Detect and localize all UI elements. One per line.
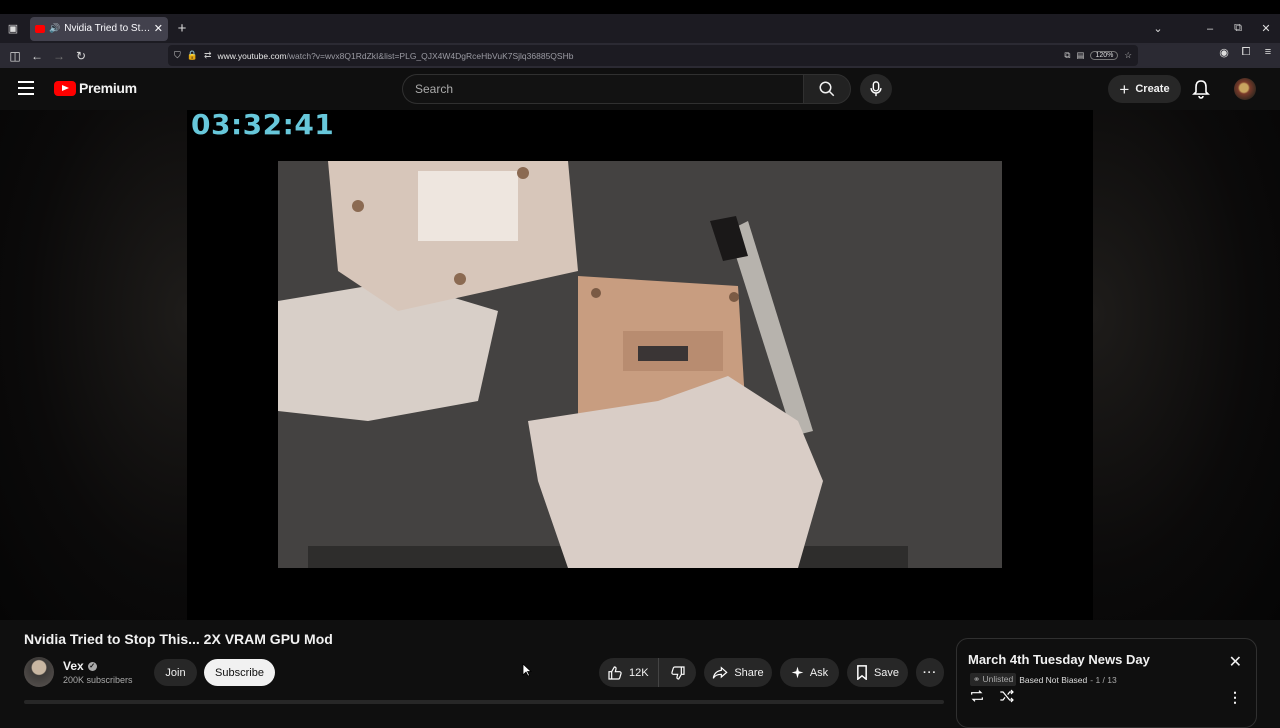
like-count: 12K [629,666,649,679]
notifications-bell-icon[interactable] [1192,79,1210,104]
bookmark-icon [857,665,867,680]
create-label: Create [1135,83,1170,95]
playlist-owner[interactable]: Based Not Biased [1019,675,1087,685]
youtube-header: Premium Search + Create [0,68,1280,110]
thumbs-down-icon [670,665,685,680]
search-icon [819,81,835,97]
reload-icon[interactable]: ↻ [70,49,92,63]
playlist-more-icon[interactable]: ⋮ [1228,689,1242,706]
browser-tab-title: Nvidia Tried to Stop This... 2X VRAM GPU… [64,23,151,34]
sparkle-icon [791,666,804,679]
like-button[interactable]: 12K [599,658,659,687]
description-box-edge [24,700,944,704]
speaker-icon[interactable]: 🔊 [49,23,60,34]
video-info-section: Nvidia Tried to Stop This... 2X VRAM GPU… [0,620,1280,728]
playlist-position: - 1 / 13 [1090,674,1117,685]
ask-button[interactable]: Ask [780,658,839,687]
new-tab-icon[interactable]: + [171,18,193,40]
create-button[interactable]: + Create [1108,75,1181,103]
account-icon[interactable]: ◉ [1216,46,1232,59]
toolbar-right: ◉ ⧠ ≡ [1216,46,1276,59]
dislike-button[interactable] [659,665,696,681]
loop-icon[interactable] [969,689,985,703]
shuffle-icon[interactable] [999,689,1015,703]
logo-text: Premium [79,80,137,96]
youtube-play-logo-icon [54,80,76,96]
more-actions-icon[interactable]: ··· [916,658,944,687]
screen-top-strip [0,0,1280,14]
playlist-panel: March 4th Tuesday News Day ✕ ⚭ Unlisted … [956,638,1257,728]
like-dislike-group: 12K [599,658,696,687]
window-close-icon[interactable]: ✕ [1252,22,1280,35]
playlist-meta: ⚭ Unlisted Based Not Biased - 1 / 13 [970,673,1117,686]
microphone-icon [870,81,882,97]
playlist-title[interactable]: March 4th Tuesday News Day [968,652,1150,667]
url-path: /watch?v=wvx8Q1RdZkI&list=PLG_QJX4W4DgRc… [286,50,574,61]
bookmark-star-icon[interactable]: ☆ [1124,50,1132,61]
video-frame [278,161,1002,568]
youtube-favicon-icon [35,24,45,33]
browser-tab-active[interactable]: 🔊 Nvidia Tried to Stop This... 2X VRAM G… [30,16,168,41]
mouse-cursor-icon [522,663,533,682]
join-button[interactable]: Join [154,659,197,686]
pip-icon[interactable]: ⧉ [1064,50,1070,61]
window-controls: ⌄ – ⧉ ✕ [1144,14,1280,43]
voice-search-button[interactable] [860,74,892,104]
url-bar[interactable]: ⛉ 🔒 ⇄ www.youtube.com /watch?v=wvx8Q1RdZ… [168,45,1138,66]
thumbs-up-icon [608,665,622,680]
shield-icon[interactable]: ⛉ [174,50,181,61]
subscriber-count: 200K subscribers [63,675,133,685]
verified-check-icon: ✓ [87,661,97,671]
zoom-level-badge[interactable]: 120% [1090,51,1119,60]
share-arrow-icon [713,665,728,679]
playlist-close-icon[interactable]: ✕ [1229,652,1242,672]
tab-list-chevron-icon[interactable]: ⌄ [1144,22,1172,35]
youtube-premium-logo[interactable]: Premium [54,80,137,96]
share-button[interactable]: Share [704,658,772,687]
url-host: www.youtube.com [217,50,287,61]
forward-icon[interactable]: → [48,49,70,63]
extensions-icon[interactable]: ⧠ [1238,46,1254,59]
save-label: Save [873,666,900,679]
unlisted-badge: ⚭ Unlisted [970,673,1017,686]
browser-nav-bar: ◫ ← → ↻ ⛉ 🔒 ⇄ www.youtube.com /watch?v=w… [0,43,1280,68]
channel-name-row[interactable]: Vex ✓ [63,659,97,673]
ambient-glow-left [0,110,187,620]
video-title: Nvidia Tried to Stop This... 2X VRAM GPU… [24,631,333,647]
video-player[interactable]: 03:32:41 [0,108,1280,620]
search-button[interactable] [803,74,851,104]
permissions-icon[interactable]: ⇄ [204,50,212,61]
hamburger-menu-icon[interactable] [18,81,34,95]
search-placeholder: Search [415,82,454,96]
channel-name[interactable]: Vex [63,659,84,673]
tab-overview-icon[interactable]: ▣ [2,18,24,40]
subscribe-button[interactable]: Subscribe [204,659,275,686]
playlist-controls [969,689,1015,703]
restore-icon[interactable]: ⧉ [1224,22,1252,35]
reader-view-icon[interactable]: ▤ [1076,50,1084,61]
ask-label: Ask [809,666,829,679]
minimize-icon[interactable]: – [1196,23,1224,35]
save-button[interactable]: Save [847,658,908,687]
plus-icon: + [1119,79,1130,99]
channel-avatar[interactable] [24,657,54,687]
timer-overlay: 03:32:41 [191,108,335,141]
search-input[interactable]: Search [402,74,803,104]
video-frame-image [278,161,1002,568]
lock-icon[interactable]: 🔒 [187,50,198,61]
tab-close-icon[interactable]: ✕ [154,22,163,35]
app-menu-icon[interactable]: ≡ [1260,46,1276,59]
back-icon[interactable]: ← [26,49,48,63]
ambient-glow-right [1093,110,1280,620]
share-label: Share [734,666,764,679]
browser-tab-bar: ▣ 🔊 Nvidia Tried to Stop This... 2X VRAM… [0,14,1280,43]
user-avatar[interactable] [1234,78,1256,100]
sidebar-toggle-icon[interactable]: ◫ [4,49,26,63]
